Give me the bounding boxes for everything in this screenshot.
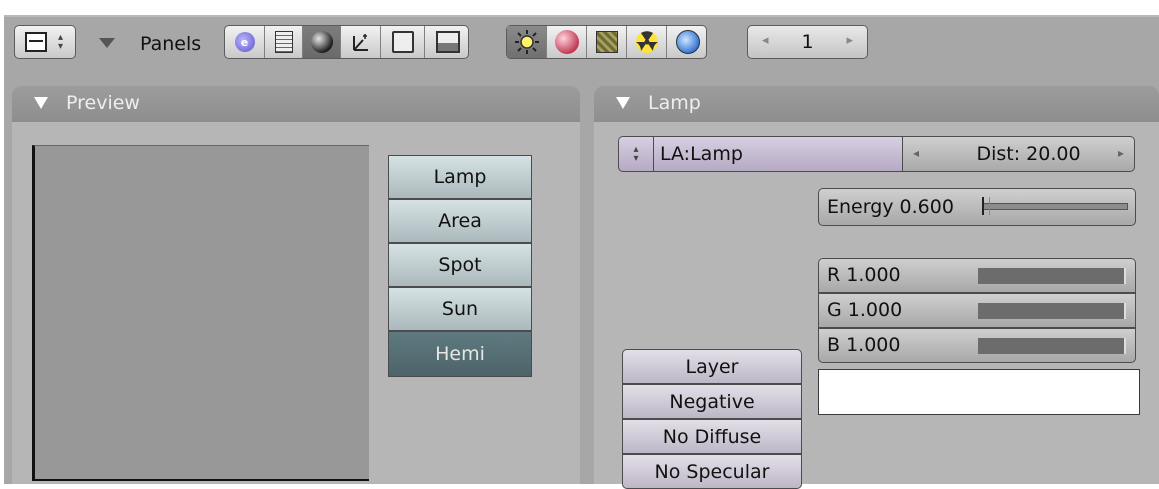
- updown-arrow-icon: ▴ ▾: [58, 32, 64, 52]
- lamp-type-sun-button[interactable]: Sun: [388, 287, 532, 331]
- panels-label: Panels: [140, 33, 202, 55]
- lamp-type-area-button[interactable]: Area: [388, 199, 532, 243]
- material-buttons-button[interactable]: [547, 26, 587, 58]
- window-type-icon: [25, 32, 47, 52]
- increment-arrow-icon[interactable]: ▸: [1118, 146, 1124, 160]
- logic-button[interactable]: e: [225, 26, 265, 58]
- radio-icon: [635, 31, 658, 53]
- preview-panel-title: Preview: [66, 92, 140, 114]
- lamp-name-field[interactable]: LA:Lamp: [653, 136, 903, 172]
- lamp-type-spot-button[interactable]: Spot: [388, 243, 532, 287]
- lamp-icon: [514, 30, 539, 54]
- increment-arrow-icon[interactable]: ▸: [846, 33, 853, 48]
- lamp-type-hemi-button[interactable]: Hemi: [388, 331, 532, 377]
- shading-subcontext-group: [506, 25, 707, 59]
- frame-number-field[interactable]: ◂ 1 ▸: [747, 25, 868, 59]
- script-icon: [274, 31, 293, 53]
- red-value: R 1.000: [827, 264, 901, 286]
- radiosity-buttons-button[interactable]: [627, 26, 667, 58]
- lamp-panel-title: Lamp: [648, 92, 701, 114]
- lamp-type-lamp-button[interactable]: Lamp: [388, 155, 532, 199]
- scene-icon: [435, 31, 460, 53]
- preview-render-area: [32, 145, 369, 481]
- green-slider[interactable]: G 1.000: [818, 293, 1136, 328]
- editing-icon: [391, 31, 414, 53]
- green-fill: [978, 303, 1126, 319]
- world-icon: [675, 30, 700, 54]
- lamp-panel-header[interactable]: Lamp: [594, 86, 1159, 122]
- updown-arrow-icon: ▴ ▾: [633, 144, 639, 164]
- shading-sphere-icon: [310, 31, 333, 53]
- world-buttons-button[interactable]: [667, 26, 708, 58]
- editing-button[interactable]: [381, 26, 425, 58]
- lamp-panel: ▴ ▾ LA:Lamp ◂ Dist: 20.00 ▸ Energy 0.600 …: [594, 122, 1159, 489]
- energy-slider-track: [982, 203, 1128, 210]
- collapse-triangle-icon[interactable]: [616, 97, 630, 109]
- dist-value: Dist: 20.00: [976, 143, 1081, 165]
- lamp-datablock-menu[interactable]: ▴ ▾: [618, 136, 654, 172]
- dist-field[interactable]: ◂ Dist: 20.00 ▸: [902, 136, 1135, 172]
- buttons-window: ▴ ▾ Panels e ◂ 1 ▸ Preview Lamp Area Spo…: [4, 17, 1159, 489]
- lamp-buttons-button[interactable]: [507, 26, 547, 58]
- preview-panel: Lamp Area Spot Sun Hemi: [12, 122, 580, 484]
- lamp-option-negative-toggle[interactable]: Negative: [622, 384, 802, 419]
- green-value: G 1.000: [827, 299, 903, 321]
- lamp-name-value: LA:Lamp: [660, 143, 743, 165]
- shading-button[interactable]: [303, 26, 341, 58]
- lamp-option-no-diffuse-toggle[interactable]: No Diffuse: [622, 419, 802, 454]
- energy-slider[interactable]: Energy 0.600: [818, 188, 1136, 226]
- red-slider[interactable]: R 1.000: [818, 258, 1136, 293]
- lamp-option-layer-toggle[interactable]: Layer: [622, 349, 802, 384]
- window-type-menu[interactable]: ▴ ▾: [14, 25, 76, 59]
- energy-value: Energy 0.600: [827, 196, 954, 218]
- scene-button[interactable]: [425, 26, 470, 58]
- energy-slider-handle[interactable]: [982, 197, 990, 215]
- context-button-group: e: [224, 25, 469, 59]
- script-button[interactable]: [265, 26, 303, 58]
- panels-collapse-triangle-icon[interactable]: [99, 38, 115, 48]
- blue-value: B 1.000: [827, 334, 901, 356]
- blue-slider[interactable]: B 1.000: [818, 328, 1136, 363]
- texture-buttons-button[interactable]: [587, 26, 627, 58]
- blue-fill: [978, 338, 1126, 354]
- decrement-arrow-icon[interactable]: ◂: [913, 146, 919, 160]
- texture-icon: [595, 31, 618, 53]
- red-fill: [978, 268, 1126, 284]
- material-icon: [554, 30, 579, 54]
- color-swatch[interactable]: [818, 369, 1140, 415]
- object-axes-icon: [352, 34, 368, 51]
- preview-panel-header[interactable]: Preview: [12, 86, 580, 122]
- logic-icon: e: [234, 32, 255, 52]
- object-button[interactable]: [341, 26, 381, 58]
- collapse-triangle-icon[interactable]: [34, 97, 48, 109]
